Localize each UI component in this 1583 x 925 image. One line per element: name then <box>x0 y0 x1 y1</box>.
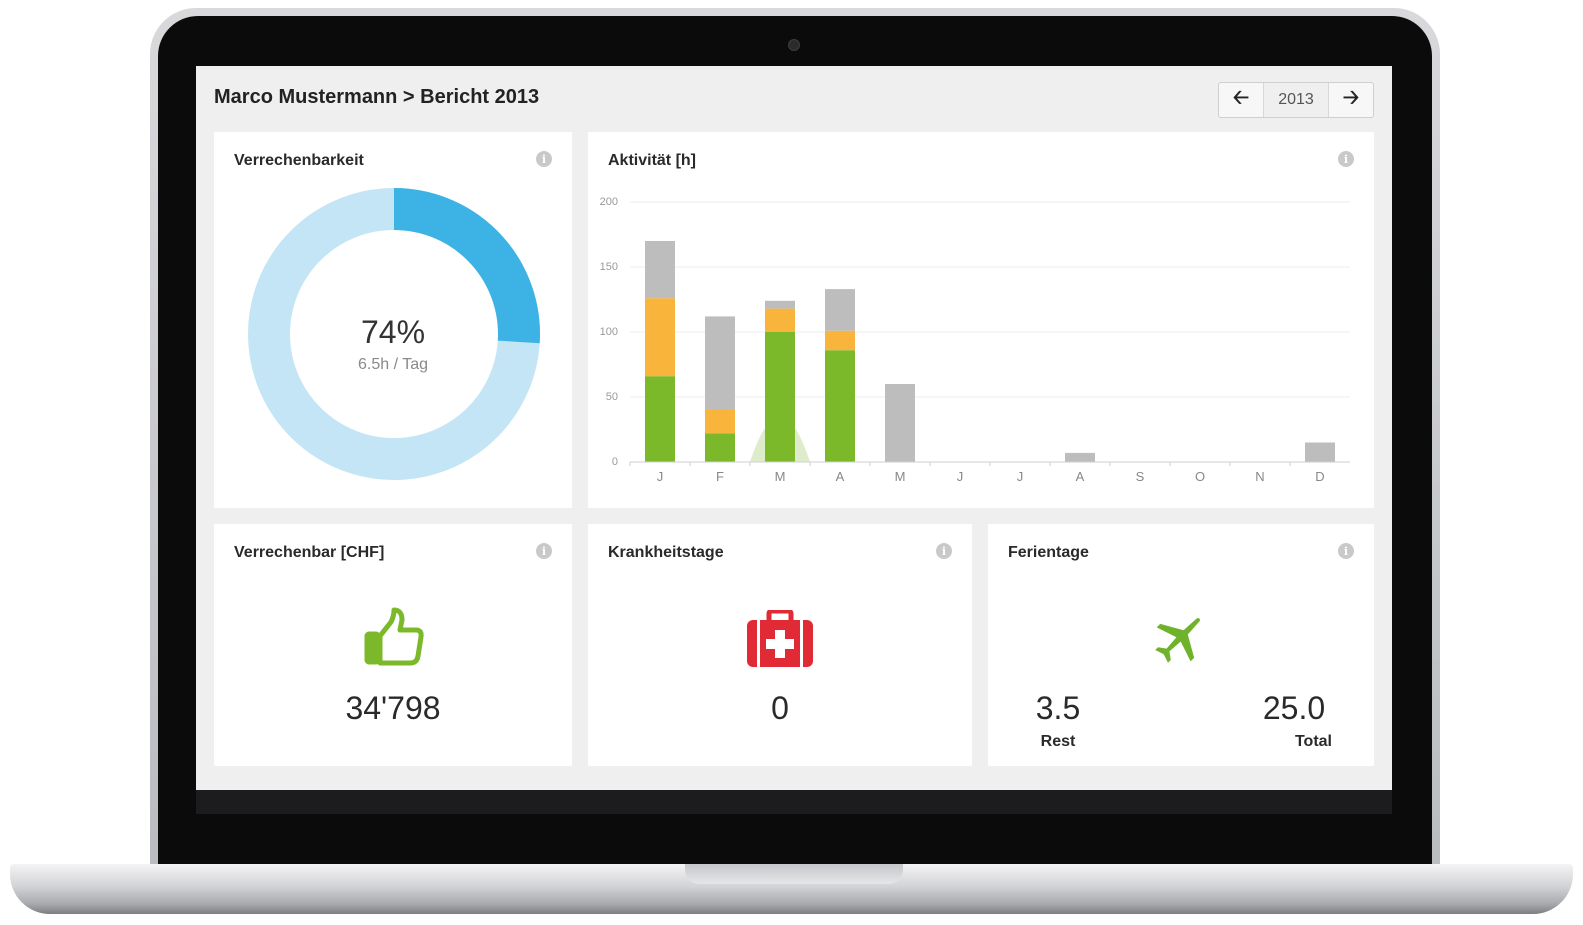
y-tick-label: 50 <box>606 391 618 403</box>
bar-segment <box>705 316 735 410</box>
hours-per-day: 6.5h / Tag <box>358 356 428 373</box>
info-icon[interactable]: i <box>536 543 552 559</box>
next-year-button[interactable]: 🡢 <box>1329 83 1373 117</box>
aktivitaet-card: Aktivität [h] i 0 50 100 150 200 J F M A M J J A S O N D <box>588 132 1374 508</box>
arrow-left-icon: 🡠 <box>1232 87 1250 109</box>
y-tick-label: 100 <box>600 326 618 338</box>
x-tick-label: O <box>1195 469 1205 484</box>
bar-segment <box>885 384 915 462</box>
card-title: Krankheitstage <box>608 544 724 561</box>
bar-segment <box>825 330 855 351</box>
bar-segment <box>765 332 795 462</box>
year-navigator: 🡠 2013 🡢 <box>1218 82 1374 118</box>
previous-year-button[interactable]: 🡠 <box>1219 83 1263 117</box>
airplane-icon <box>1155 618 1200 663</box>
x-tick-label: M <box>775 469 786 484</box>
x-tick-label: N <box>1255 469 1264 484</box>
vacation-total: 25.0 Total <box>1246 690 1342 751</box>
thumbs-up-icon <box>364 607 424 666</box>
bar-segment <box>705 410 735 434</box>
x-tick-label: J <box>657 469 664 484</box>
card-title: Verrechenbar [CHF] <box>234 544 385 561</box>
page-title: Marco Mustermann > Bericht 2013 <box>214 86 540 108</box>
screen-bottom-strip <box>196 790 1392 814</box>
x-tick-label: F <box>716 469 724 484</box>
info-icon[interactable]: i <box>936 543 952 559</box>
first-aid-kit-icon <box>747 610 813 667</box>
bar-segment <box>825 289 855 331</box>
arrow-right-icon: 🡢 <box>1342 87 1360 109</box>
x-tick-label: A <box>836 469 845 484</box>
bar-segment <box>705 433 735 462</box>
bar-segment <box>1065 452 1095 462</box>
x-tick-label: J <box>1017 469 1024 484</box>
x-tick-label: M <box>895 469 906 484</box>
billable-percent: 74% <box>360 314 426 350</box>
activity-bar-chart: 0 50 100 150 200 J F M A M J J A S O N D <box>600 196 1350 484</box>
vacation-rest-label: Rest <box>1040 733 1076 750</box>
bar-segment <box>765 300 795 309</box>
x-tick-label: S <box>1136 469 1145 484</box>
vacation-rest-value: 3.5 <box>1035 690 1081 726</box>
y-tick-label: 0 <box>612 456 618 468</box>
bar-segment <box>645 376 675 462</box>
vacation-total-value: 25.0 <box>1262 690 1326 726</box>
dashboard-screen: Marco Mustermann > Bericht 2013 🡠 2013 🡢… <box>196 66 1392 790</box>
verrechenbarkeit-card: Verrechenbarkeit i 74% 6.5h / Tag <box>214 132 572 508</box>
bar-segment <box>825 350 855 462</box>
vacation-total-label: Total <box>1294 733 1332 750</box>
x-tick-label: J <box>957 469 964 484</box>
ferientage-card: Ferientage i 3.5 Rest 25.0 Total <box>988 524 1374 766</box>
info-icon[interactable]: i <box>1338 543 1354 559</box>
billable-amount: 34'798 <box>345 690 441 726</box>
y-tick-label: 200 <box>600 196 618 208</box>
laptop-base-notch <box>685 864 903 884</box>
verrechenbar-card: Verrechenbar [CHF] i 34'798 <box>214 524 572 766</box>
bar-segment <box>645 298 675 377</box>
y-tick-label: 150 <box>600 261 618 273</box>
bar-segment <box>1305 442 1335 462</box>
bar-segment <box>765 308 795 332</box>
krankheitstage-card: Krankheitstage i 0 <box>588 524 972 766</box>
card-title: Ferientage <box>1008 544 1089 561</box>
camera-icon <box>788 39 800 51</box>
x-tick-label: D <box>1315 469 1324 484</box>
vacation-rest: 3.5 Rest <box>1016 690 1100 751</box>
year-label: 2013 <box>1263 83 1329 117</box>
x-tick-label: A <box>1076 469 1085 484</box>
sick-days-value: 0 <box>771 690 789 726</box>
bar-segment <box>645 241 675 299</box>
